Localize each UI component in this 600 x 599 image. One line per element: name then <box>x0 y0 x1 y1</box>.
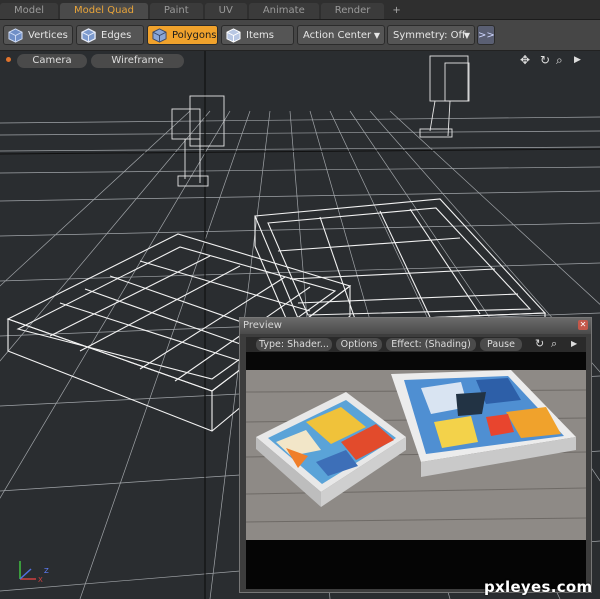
preview-title-bar[interactable]: Preview <box>240 318 591 334</box>
shader-type-dropdown[interactable]: Type: Shader... <box>256 338 332 351</box>
refresh-icon[interactable]: ↻ <box>535 337 544 350</box>
selection-toolbar: Vertices Edges Polygons Items Action Cen… <box>0 20 600 51</box>
polygons-icon <box>152 28 167 43</box>
pan-icon[interactable]: ✥ <box>520 53 530 67</box>
items-icon <box>226 28 241 43</box>
svg-text:Z: Z <box>44 567 49 575</box>
expand-arrow-icon[interactable]: ▶ <box>571 339 577 348</box>
watermark-text: pxleyes.com <box>484 578 593 596</box>
action-center-dropdown[interactable]: Action Center ▼ <box>297 25 385 45</box>
zoom-icon[interactable]: ⌕ <box>556 53 563 68</box>
rotate-icon[interactable]: ↻ <box>540 53 550 67</box>
symmetry-label: Symmetry: Off <box>393 30 466 41</box>
vertices-button[interactable]: Vertices <box>3 25 73 45</box>
axis-line <box>0 148 600 155</box>
zoom-icon[interactable]: ⌕ <box>551 337 557 351</box>
chair-wireframe <box>171 95 225 187</box>
rendered-image <box>246 352 586 589</box>
preview-toolbar: Type: Shader... Options Effect: (Shading… <box>246 337 586 352</box>
symmetry-dropdown[interactable]: Symmetry: Off ▼ <box>387 25 475 45</box>
camera-view-button[interactable]: Camera <box>17 54 87 68</box>
edges-icon <box>81 28 96 43</box>
add-tab-button[interactable]: + <box>386 3 406 19</box>
vertices-label: Vertices <box>28 30 68 41</box>
wireframe-shading-button[interactable]: Wireframe <box>91 54 184 68</box>
layout-tab-strip: Model Model Quad Paint UV Animate Render… <box>0 0 600 20</box>
tab-paint[interactable]: Paint <box>149 3 203 19</box>
svg-text:X: X <box>38 576 43 584</box>
effect-dropdown[interactable]: Effect: (Shading) <box>386 338 476 351</box>
polygons-button[interactable]: Polygons <box>147 25 218 45</box>
close-icon[interactable]: ✕ <box>578 320 588 330</box>
preview-render[interactable] <box>246 352 586 589</box>
options-button[interactable]: Options <box>336 338 382 351</box>
vertices-icon <box>8 28 23 43</box>
items-label: Items <box>246 30 274 41</box>
chevron-down-icon: ▼ <box>463 31 470 40</box>
expand-arrow-icon[interactable]: ▶ <box>574 55 581 65</box>
action-center-label: Action Center <box>303 30 372 41</box>
tab-uv[interactable]: UV <box>204 3 247 19</box>
preview-title: Preview <box>243 320 282 331</box>
tab-model[interactable]: Model <box>0 3 59 19</box>
tab-animate[interactable]: Animate <box>248 3 319 19</box>
polygons-label: Polygons <box>172 30 217 41</box>
chair-wireframe <box>419 55 470 138</box>
tab-model-quad[interactable]: Model Quad <box>60 3 148 19</box>
edges-label: Edges <box>101 30 132 41</box>
tab-render[interactable]: Render <box>320 3 385 19</box>
items-button[interactable]: Items <box>221 25 294 45</box>
pause-button[interactable]: Pause <box>480 338 522 351</box>
viewport-menu-dot[interactable] <box>6 57 11 62</box>
more-tools-button[interactable]: >> <box>477 25 495 45</box>
preview-window: Preview ✕ Type: Shader... Options Effect… <box>239 317 592 593</box>
axis-gizmo-icon: X Z <box>19 561 49 584</box>
chevron-down-icon: ▼ <box>373 31 380 40</box>
edges-button[interactable]: Edges <box>76 25 144 45</box>
